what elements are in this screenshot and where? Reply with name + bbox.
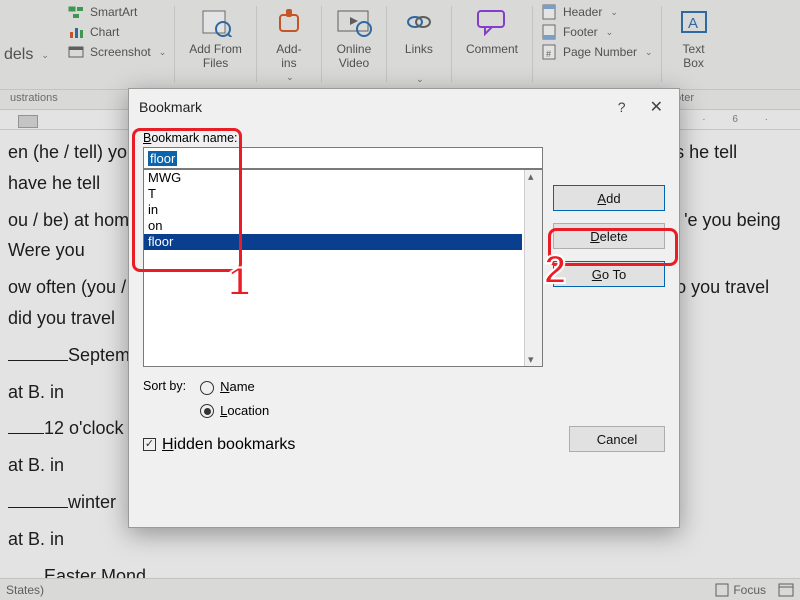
callout-label-1: 1 bbox=[228, 260, 250, 305]
help-button[interactable]: ? bbox=[618, 99, 626, 115]
chart-icon bbox=[68, 24, 84, 40]
ribbon-screenshot[interactable]: Screenshot⌄ bbox=[68, 44, 166, 60]
ribbon-header[interactable]: Header⌄ bbox=[541, 4, 653, 20]
list-item[interactable]: on bbox=[144, 218, 542, 234]
ribbon-online-video[interactable]: Online Video bbox=[330, 2, 378, 72]
add-from-files-icon bbox=[198, 4, 234, 40]
sortby-label: Sort by: bbox=[143, 379, 186, 393]
list-item[interactable]: MWG bbox=[144, 170, 542, 186]
ribbon-comment[interactable]: Comment bbox=[460, 2, 524, 58]
footer-icon bbox=[541, 24, 557, 40]
ribbon: dels⌄ SmartArt Chart Screenshot⌄ Add Fro… bbox=[0, 0, 800, 90]
view-icon[interactable] bbox=[778, 583, 794, 597]
sort-location-radio[interactable]: Location bbox=[200, 403, 269, 419]
bookmark-name-label: Bookmark name: bbox=[143, 131, 665, 145]
comment-icon bbox=[474, 4, 510, 40]
goto-button[interactable]: Go To bbox=[553, 261, 665, 287]
dialog-titlebar[interactable]: Bookmark ? ✕ bbox=[129, 89, 679, 125]
text-box-icon: A bbox=[676, 4, 712, 40]
ribbon-addins[interactable]: Add- ins⌄ bbox=[265, 2, 313, 85]
svg-text:#: # bbox=[546, 49, 551, 59]
list-item[interactable]: T bbox=[144, 186, 542, 202]
ribbon-footer[interactable]: Footer⌄ bbox=[541, 24, 653, 40]
list-scrollbar[interactable] bbox=[524, 170, 542, 366]
ribbon-3d-models[interactable]: dels⌄ bbox=[4, 46, 49, 64]
bookmark-dialog: Bookmark ? ✕ Bookmark name: floor MWG T … bbox=[128, 88, 680, 528]
ribbon-page-number[interactable]: # Page Number⌄ bbox=[541, 44, 653, 60]
status-bar: States) Focus bbox=[0, 578, 800, 600]
ribbon-text-box[interactable]: A Text Box⌄ bbox=[670, 2, 718, 101]
links-icon bbox=[401, 4, 437, 40]
callout-label-2: 2 bbox=[544, 248, 566, 293]
list-item[interactable]: in bbox=[144, 202, 542, 218]
ribbon-chart[interactable]: Chart bbox=[68, 24, 166, 40]
status-language[interactable]: States) bbox=[6, 583, 44, 597]
smartart-icon bbox=[68, 4, 84, 20]
sort-name-radio[interactable]: Name bbox=[200, 379, 269, 395]
focus-mode-button[interactable]: Focus bbox=[715, 583, 766, 597]
add-button[interactable]: Add bbox=[553, 185, 665, 211]
list-item-selected[interactable]: floor bbox=[144, 234, 522, 250]
addins-icon bbox=[271, 4, 307, 40]
svg-text:A: A bbox=[688, 15, 698, 32]
close-button[interactable]: ✕ bbox=[644, 97, 669, 117]
bookmark-list[interactable]: MWG T in on floor bbox=[143, 169, 543, 367]
dialog-title: Bookmark bbox=[139, 99, 202, 115]
delete-button[interactable]: Delete bbox=[553, 223, 665, 249]
bookmark-name-input[interactable]: floor bbox=[143, 147, 543, 169]
header-icon bbox=[541, 4, 557, 20]
ribbon-smartart[interactable]: SmartArt bbox=[68, 4, 166, 20]
ribbon-links[interactable]: Links⌄ bbox=[395, 2, 443, 87]
online-video-icon bbox=[336, 4, 372, 40]
screenshot-icon bbox=[68, 44, 84, 60]
page-number-icon: # bbox=[541, 44, 557, 60]
focus-icon bbox=[715, 583, 729, 597]
ribbon-add-from-files[interactable]: Add From Files bbox=[183, 2, 248, 72]
cancel-button[interactable]: Cancel bbox=[569, 426, 665, 452]
